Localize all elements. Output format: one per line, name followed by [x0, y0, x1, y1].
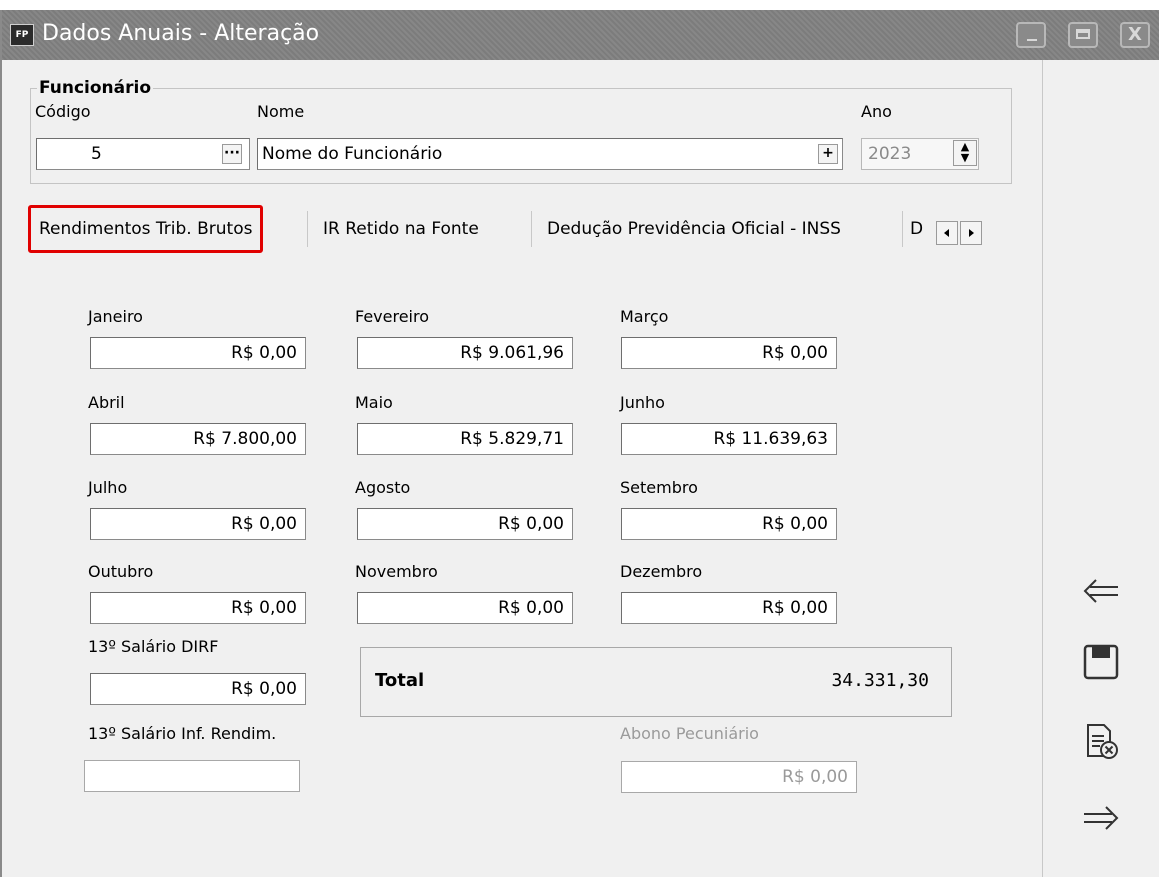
- month-value-field[interactable]: R$ 11.639,63: [621, 423, 837, 455]
- month-label: Agosto: [355, 478, 411, 497]
- dados-anuais-window: FP Dados Anuais - Alteração X Funcionári…: [0, 10, 1159, 877]
- nome-field[interactable]: Nome do Funcionário: [257, 138, 843, 170]
- month-value-field[interactable]: R$ 0,00: [621, 592, 837, 624]
- total-value: 34.331,30: [831, 670, 929, 691]
- chevron-left-icon: [944, 229, 949, 237]
- month-value-field[interactable]: R$ 5.829,71: [357, 423, 573, 455]
- month-value-field[interactable]: R$ 0,00: [357, 592, 573, 624]
- month-value-field[interactable]: R$ 9.061,96: [357, 337, 573, 369]
- codigo-search-button[interactable]: ···: [222, 144, 242, 164]
- month-label: Fevereiro: [355, 307, 430, 326]
- month-value-field[interactable]: R$ 0,00: [621, 337, 837, 369]
- total-panel: Total 34.331,30: [360, 647, 952, 717]
- month-value-field[interactable]: R$ 7.800,00: [90, 423, 306, 455]
- decimo-inf-field[interactable]: [84, 760, 300, 792]
- title-bar[interactable]: FP Dados Anuais - Alteração X: [2, 10, 1159, 60]
- month-label: Novembro: [355, 562, 438, 581]
- total-label: Total: [375, 670, 425, 691]
- form-area: Funcionário Código 5 ··· Nome Nome do Fu…: [8, 60, 1043, 877]
- tab-strip: Rendimentos Trib. Brutos IR Retido na Fo…: [28, 205, 1008, 253]
- decimo-dirf-label: 13º Salário DIRF: [88, 637, 219, 656]
- window-title: Dados Anuais - Alteração: [42, 21, 320, 46]
- nome-add-button[interactable]: +: [818, 144, 838, 164]
- tab-separator: [902, 211, 903, 247]
- month-value-field[interactable]: R$ 0,00: [90, 337, 306, 369]
- codigo-field[interactable]: 5: [36, 138, 250, 170]
- month-label: Outubro: [88, 562, 154, 581]
- tab-ir-retido[interactable]: IR Retido na Fonte: [323, 205, 479, 253]
- month-value-field[interactable]: R$ 0,00: [90, 592, 306, 624]
- funcionario-legend: Funcionário: [39, 78, 152, 98]
- nome-label: Nome: [257, 102, 305, 121]
- tab-separator: [307, 211, 308, 247]
- cancel-document-icon[interactable]: [1082, 722, 1120, 762]
- tab-more[interactable]: D: [910, 205, 923, 253]
- month-label: Dezembro: [620, 562, 703, 581]
- tab-separator: [531, 211, 532, 247]
- tab-scroll-right-button[interactable]: [960, 221, 982, 245]
- tab-rendimentos[interactable]: Rendimentos Trib. Brutos: [28, 205, 264, 253]
- ano-spin-buttons[interactable]: ▲ ▼: [953, 140, 977, 166]
- app-icon: FP: [10, 24, 34, 46]
- chevron-right-icon: [969, 229, 974, 237]
- minimize-button[interactable]: [1016, 22, 1046, 48]
- month-value-field[interactable]: R$ 0,00: [90, 508, 306, 540]
- month-label: Setembro: [620, 478, 698, 497]
- arrow-left-icon[interactable]: [1082, 576, 1120, 606]
- close-button[interactable]: X: [1120, 22, 1150, 48]
- tab-scroll-left-button[interactable]: [936, 221, 958, 245]
- save-icon[interactable]: [1082, 643, 1120, 681]
- arrow-right-icon[interactable]: [1082, 803, 1120, 833]
- month-label: Março: [620, 307, 669, 326]
- abono-field: R$ 0,00: [621, 761, 857, 793]
- month-value-field[interactable]: R$ 0,00: [621, 508, 837, 540]
- ano-label: Ano: [861, 102, 892, 121]
- decimo-dirf-field[interactable]: R$ 0,00: [90, 673, 306, 705]
- month-label: Janeiro: [88, 307, 143, 326]
- month-label: Maio: [355, 393, 393, 412]
- month-label: Junho: [620, 393, 665, 412]
- decimo-inf-label: 13º Salário Inf. Rendim.: [88, 724, 277, 743]
- maximize-button[interactable]: [1068, 22, 1098, 48]
- codigo-label: Código: [35, 102, 91, 121]
- month-label: Julho: [88, 478, 128, 497]
- tab-deducao-inss[interactable]: Dedução Previdência Oficial - INSS: [547, 205, 841, 253]
- month-label: Abril: [88, 393, 125, 412]
- abono-label: Abono Pecuniário: [620, 724, 759, 743]
- month-value-field[interactable]: R$ 0,00: [357, 508, 573, 540]
